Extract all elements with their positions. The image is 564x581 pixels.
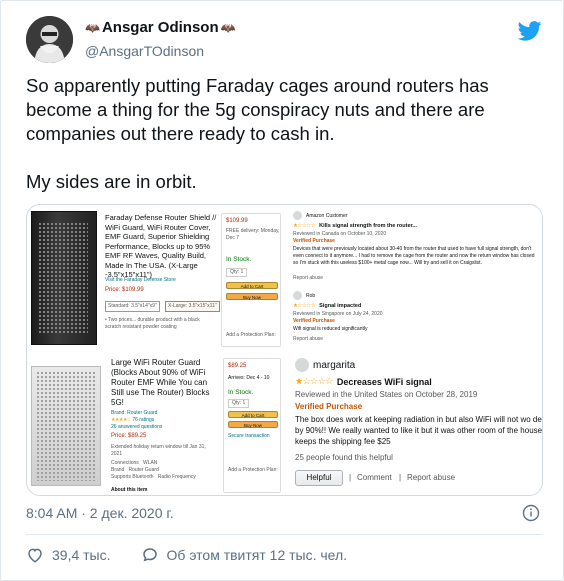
review-title: Signal impacted bbox=[319, 303, 362, 309]
protection-plan: Add a Protection Plan: bbox=[228, 467, 278, 473]
author-display-name[interactable]: 🦇 Ansgar Odinson 🦇 bbox=[85, 19, 236, 36]
router-guard-image bbox=[31, 366, 101, 486]
verified-purchase: Verified Purchase bbox=[293, 238, 335, 244]
spec-value: Radio Frequency bbox=[157, 474, 196, 480]
spec-label: Brand bbox=[111, 467, 125, 473]
twitter-bird-icon[interactable] bbox=[518, 21, 542, 41]
helpful-button: Helpful bbox=[295, 470, 343, 486]
answered-questions: 26 answered questions bbox=[111, 424, 163, 430]
tweet-paragraph: So apparently putting Faraday cages arou… bbox=[26, 75, 489, 144]
report-abuse-link: Report abuse bbox=[293, 275, 324, 281]
in-stock: In Stock. bbox=[226, 256, 252, 263]
buy-box: $109.99 FREE delivery: Monday, Dec 7 In … bbox=[221, 213, 281, 347]
add-to-cart-button: Add to Cart bbox=[228, 411, 278, 418]
ratings-count: 76 ratings bbox=[132, 417, 155, 423]
tweet-card: 🦇 Ansgar Odinson 🦇 @AnsgarTOdinson So ap… bbox=[0, 0, 564, 581]
discussion-text: Об этом твитят 12 тыс. чел. bbox=[166, 547, 348, 563]
bat-emoji-icon: 🦇 bbox=[85, 20, 100, 35]
comment-link: Comment bbox=[357, 473, 392, 482]
protection-plan: Add a Protection Plan: bbox=[226, 332, 276, 338]
spec-value: WLAN bbox=[142, 460, 158, 466]
review-title: Kills signal strength from the router... bbox=[319, 223, 417, 229]
media-image-reviews-1[interactable]: Amazon Customer ★☆☆☆☆ Kills signal stren… bbox=[287, 205, 542, 350]
media-image-product-2[interactable]: Large WiFi Router Guard (Blocks About 90… bbox=[27, 352, 285, 495]
report-abuse-link: Report abuse bbox=[407, 473, 456, 482]
size-option-selected: X-Large: 3.5"x15"x11" bbox=[165, 301, 220, 312]
buy-now-button: Buy Now bbox=[226, 293, 278, 300]
reviewer-name: Amazon Customer bbox=[306, 212, 348, 219]
report-abuse-link: Report abuse bbox=[293, 336, 324, 342]
review-date: Reviewed in the United States on October… bbox=[295, 390, 478, 399]
star-rating: ★☆☆☆☆ bbox=[295, 376, 333, 386]
arrival-date: Arrives: Dec 4 - 10 bbox=[228, 375, 270, 381]
about-item-heading: About this item bbox=[111, 487, 148, 493]
buy-box-price: $109.99 bbox=[226, 218, 248, 224]
router-shield-image bbox=[31, 211, 97, 345]
spec-value: Router Guard bbox=[128, 467, 159, 473]
reviewer-name: margarita bbox=[313, 359, 356, 371]
tweet-timestamp[interactable]: 8:04 AM · 2 дек. 2020 г. bbox=[26, 505, 174, 521]
media-image-reviews-2[interactable]: margarita ★☆☆☆☆ Decreases WiFi signal Re… bbox=[287, 352, 543, 495]
media-image-product-1[interactable]: Faraday Defense Router Shield // WiFi Gu… bbox=[27, 205, 285, 350]
comment-icon bbox=[142, 548, 157, 562]
spec-label: Supports Bluetooth bbox=[111, 474, 154, 480]
buy-box: $89.25 Arrives: Dec 4 - 10 In Stock. Qty… bbox=[223, 358, 281, 493]
reviewer-avatar bbox=[293, 211, 302, 220]
info-icon[interactable] bbox=[522, 504, 540, 522]
in-stock: In Stock. bbox=[228, 389, 254, 396]
tweet-paragraph: My sides are in orbit. bbox=[26, 171, 197, 192]
helpful-count: 25 people found this helpful bbox=[295, 453, 393, 462]
star-rating: ★★★★☆ bbox=[111, 417, 131, 423]
product-brand: Visit the Faraday Defense Store bbox=[105, 277, 176, 283]
product-price: Price: $109.99 bbox=[105, 287, 144, 293]
star-rating: ★☆☆☆☆ bbox=[293, 223, 316, 229]
tweet-actions: 39,4 тыс. Об этом твитят 12 тыс. чел. bbox=[26, 546, 377, 564]
reviewer-name: Rob bbox=[306, 292, 316, 299]
product-title: Faraday Defense Router Shield // WiFi Gu… bbox=[105, 213, 217, 279]
verified-purchase: Verified Purchase bbox=[293, 318, 335, 324]
qty-select: Qty: 1 bbox=[226, 268, 248, 277]
verified-purchase: Verified Purchase bbox=[295, 402, 363, 411]
media-divider bbox=[27, 350, 542, 352]
product-title: Large WiFi Router Guard (Blocks About 90… bbox=[111, 358, 210, 407]
review-body: The box does work at keeping radiation i… bbox=[295, 415, 543, 446]
qty-select: Qty: 1 bbox=[228, 399, 250, 408]
buy-now-button: Buy Now bbox=[228, 421, 278, 428]
avatar[interactable] bbox=[26, 16, 73, 63]
secure-transaction: Secure transaction bbox=[228, 433, 270, 439]
star-rating: ★☆☆☆☆ bbox=[293, 303, 316, 309]
author-handle[interactable]: @AnsgarTOdinson bbox=[85, 43, 204, 59]
product-price: Price: $89.25 bbox=[111, 433, 147, 439]
like-count: 39,4 тыс. bbox=[52, 547, 111, 563]
review-body: Devices that were previously located abo… bbox=[293, 246, 535, 266]
heart-icon bbox=[28, 548, 42, 563]
review-title: Decreases WiFi signal bbox=[336, 376, 432, 387]
divider bbox=[26, 534, 543, 535]
review-date: Reviewed in Canada on October 10, 2020 bbox=[293, 231, 387, 237]
review-date: Reviewed in Singapore on July 24, 2020 bbox=[293, 311, 383, 317]
size-option: Standard: 3.5"x14"x9" bbox=[105, 301, 160, 312]
discussion-button[interactable]: Об этом твитят 12 тыс. чел. bbox=[141, 546, 348, 564]
buy-box-price: $89.25 bbox=[228, 363, 247, 369]
reviewer-avatar bbox=[293, 291, 302, 300]
add-to-cart-button: Add to Cart bbox=[226, 282, 278, 289]
like-button[interactable]: 39,4 тыс. bbox=[26, 546, 111, 564]
product-brand: Brand: Router Guard bbox=[111, 410, 158, 416]
spec-label: Connections bbox=[111, 460, 139, 466]
reviewer-avatar bbox=[295, 358, 309, 372]
author-name-text: Ansgar Odinson bbox=[101, 19, 219, 36]
review-body: Wifi signal is reduced significantly bbox=[293, 326, 368, 332]
tweet-text: So apparently putting Faraday cages arou… bbox=[26, 74, 546, 218]
bat-emoji-icon: 🦇 bbox=[220, 20, 236, 35]
media-grid[interactable]: Faraday Defense Router Shield // WiFi Gu… bbox=[26, 204, 543, 496]
